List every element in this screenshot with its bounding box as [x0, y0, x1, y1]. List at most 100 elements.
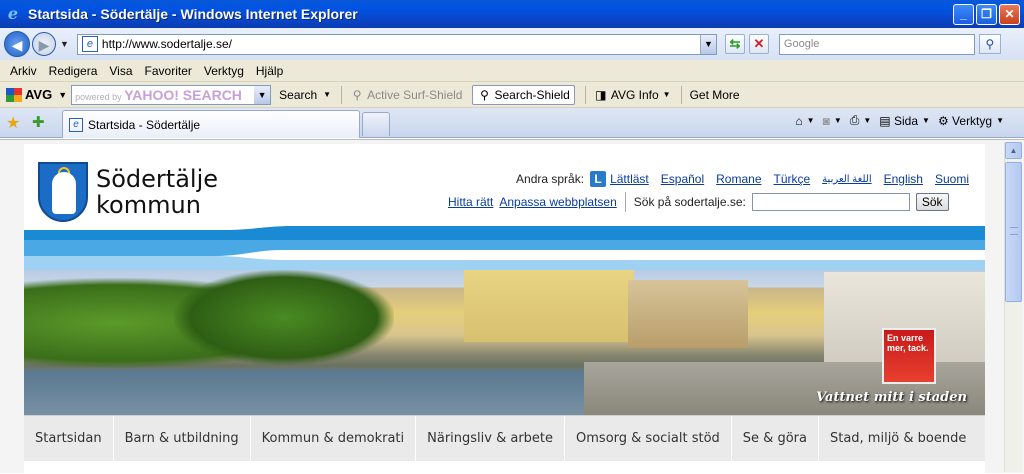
stop-button[interactable]: ✕	[748, 34, 769, 54]
feeds-dropdown-icon[interactable]: ▼	[834, 116, 842, 125]
avg-search-button[interactable]: Search ▼	[279, 88, 331, 102]
tools-menu-button[interactable]: ⚙ Verktyg ▼	[938, 114, 1004, 128]
toolbar-separator	[341, 85, 343, 104]
avg-dropdown-icon[interactable]: ▼	[58, 90, 67, 100]
print-icon: ⎙	[849, 113, 860, 127]
coat-of-arms-icon[interactable]	[38, 162, 88, 222]
active-surf-shield-button[interactable]: ⚲ Active Surf-Shield	[350, 87, 463, 102]
lang-suomi[interactable]: Suomi	[935, 172, 969, 186]
feeds-button[interactable]: ◙ ▼	[823, 114, 842, 128]
search-shield-button[interactable]: ⚲ Search-Shield	[472, 84, 575, 105]
blue-wave-band	[24, 226, 985, 270]
rss-icon: ◙	[822, 113, 830, 128]
url-text[interactable]: http://www.sodertalje.se/	[102, 37, 700, 51]
search-shield-label: Search-Shield	[494, 87, 570, 102]
back-button[interactable]: ◀	[4, 31, 30, 57]
surf-shield-icon: ⚲	[352, 87, 362, 102]
close-button[interactable]: ✕	[999, 3, 1020, 25]
refresh-button[interactable]: ⇆	[724, 34, 745, 54]
lang-espanol[interactable]: Español	[661, 172, 704, 186]
avg-search-label: Search	[279, 87, 318, 102]
languages-label: Andra språk:	[516, 172, 585, 186]
menu-hjalp[interactable]: Hjälp	[256, 64, 283, 78]
print-dropdown-icon[interactable]: ▼	[863, 116, 871, 125]
lang-lattlast[interactable]: Lättläst	[610, 172, 649, 186]
link-hitta-ratt[interactable]: Hitta rätt	[448, 195, 493, 209]
nav-kommun-demokrati[interactable]: Kommun & demokrati	[251, 415, 417, 462]
favorites-star-icon[interactable]: ★	[6, 113, 20, 133]
logo-line-1: Södertälje	[96, 165, 219, 193]
tab-startsida[interactable]: e Startsida - Södertälje	[62, 110, 360, 138]
page-menu-label: Sida	[893, 113, 919, 128]
menu-verktyg[interactable]: Verktyg	[204, 64, 244, 78]
nav-startsidan[interactable]: Startsidan	[24, 415, 114, 462]
nav-omsorg-socialt-stod[interactable]: Omsorg & socialt stöd	[565, 415, 732, 462]
site-logo[interactable]: Södertälje kommun	[96, 166, 218, 218]
main-navigation: Startsidan Barn & utbildning Kommun & de…	[24, 415, 985, 462]
menu-visa[interactable]: Visa	[109, 64, 132, 78]
minimize-button[interactable]: _	[953, 3, 974, 25]
site-tools: Hitta rätt Anpassa webbplatsen Sök på so…	[448, 192, 949, 212]
get-more-button[interactable]: Get More	[690, 88, 740, 102]
nav-naringsliv-arbete[interactable]: Näringsliv & arbete	[416, 415, 566, 462]
page-menu-button[interactable]: ▤ Sida ▼	[879, 114, 930, 128]
home-icon: ⌂	[795, 113, 803, 128]
new-tab-button[interactable]	[362, 112, 390, 136]
nav-barn-utbildning[interactable]: Barn & utbildning	[114, 415, 251, 462]
banner-trees	[174, 270, 394, 365]
lang-romane[interactable]: Romane	[716, 172, 761, 186]
menu-arkiv[interactable]: Arkiv	[10, 64, 37, 78]
menu-redigera[interactable]: Redigera	[49, 64, 98, 78]
window-title: Startsida - Södertälje - Windows Interne…	[28, 6, 358, 22]
search-go-button[interactable]: ⚲	[978, 34, 1001, 54]
restore-button[interactable]: ❐	[976, 3, 997, 25]
avg-info-dropdown-icon[interactable]: ▼	[663, 90, 671, 99]
tab-bar: ★ ✚ e Startsida - Södertälje ⌂ ▼ ◙ ▼ ⎙ ▼ ▤ …	[0, 108, 1024, 138]
banner-building	[628, 280, 748, 348]
history-dropdown-icon[interactable]: ▼	[60, 39, 69, 49]
tab-label: Startsida - Södertälje	[88, 117, 201, 132]
yahoo-search-input[interactable]: powered by YAHOO! SEARCH ▼	[71, 84, 272, 105]
scrollbar-thumb[interactable]	[1005, 162, 1022, 302]
avg-logo-icon	[6, 87, 22, 102]
home-button[interactable]: ⌂ ▼	[795, 114, 814, 128]
address-dropdown-icon[interactable]: ▼	[699, 34, 716, 54]
window-titlebar: e Startsida - Södertälje - Windows Inter…	[0, 0, 1024, 28]
divider	[624, 192, 626, 212]
search-input[interactable]: Google	[778, 33, 975, 55]
print-button[interactable]: ⎙ ▼	[850, 113, 872, 128]
forward-button[interactable]: ▶	[32, 32, 56, 56]
toolbar-separator	[584, 85, 586, 104]
address-toolbar: ◀ ▶ ▼ e http://www.sodertalje.se/ ▼ ⇆ ✕ …	[0, 28, 1024, 60]
saint-figure-icon	[52, 172, 76, 214]
menu-favoriter[interactable]: Favoriter	[145, 64, 192, 78]
site-search-input[interactable]	[751, 193, 910, 211]
vertical-scrollbar[interactable]: ▲	[1004, 142, 1022, 472]
search-dropdown-icon[interactable]: ▼	[323, 90, 331, 99]
avg-info-button[interactable]: ◨ AVG Info ▼	[594, 88, 671, 102]
avg-toolbar: AVG ▼ powered by YAHOO! SEARCH ▼ Search …	[0, 82, 1024, 108]
nav-se-gora[interactable]: Se & göra	[732, 415, 819, 462]
home-dropdown-icon[interactable]: ▼	[807, 116, 815, 125]
lang-english[interactable]: English	[884, 172, 923, 186]
language-bar: Andra språk: L Lättläst Español Romane T…	[516, 171, 969, 187]
tools-dropdown-icon[interactable]: ▼	[996, 116, 1004, 125]
lang-turkce[interactable]: Türkçe	[774, 172, 811, 186]
gear-icon: ⚙	[937, 113, 949, 128]
avg-logo[interactable]: AVG	[6, 87, 52, 102]
billboard-text: En varre mer, tack.	[887, 333, 929, 353]
lang-arabic[interactable]: اللغة العربية	[822, 174, 871, 185]
link-anpassa[interactable]: Anpassa webbplatsen	[499, 195, 616, 209]
tab-favicon-icon: e	[69, 117, 83, 132]
nav-stad-miljo-boende[interactable]: Stad, miljö & boende	[819, 416, 977, 462]
add-favorites-icon[interactable]: ✚	[32, 113, 45, 131]
scroll-grip-icon	[1010, 227, 1018, 235]
site-search-button[interactable]: Sök	[915, 193, 949, 211]
easy-read-icon[interactable]: L	[590, 171, 607, 187]
address-field[interactable]: e http://www.sodertalje.se/ ▼	[76, 33, 717, 55]
menu-bar: Arkiv Redigera Visa Favoriter Verktyg Hj…	[0, 60, 1024, 82]
yahoo-dropdown-icon[interactable]: ▼	[254, 85, 271, 104]
web-page: Södertälje kommun Andra språk: L Lättläs…	[24, 144, 985, 474]
page-dropdown-icon[interactable]: ▼	[922, 116, 930, 125]
scroll-up-button[interactable]: ▲	[1005, 142, 1022, 159]
